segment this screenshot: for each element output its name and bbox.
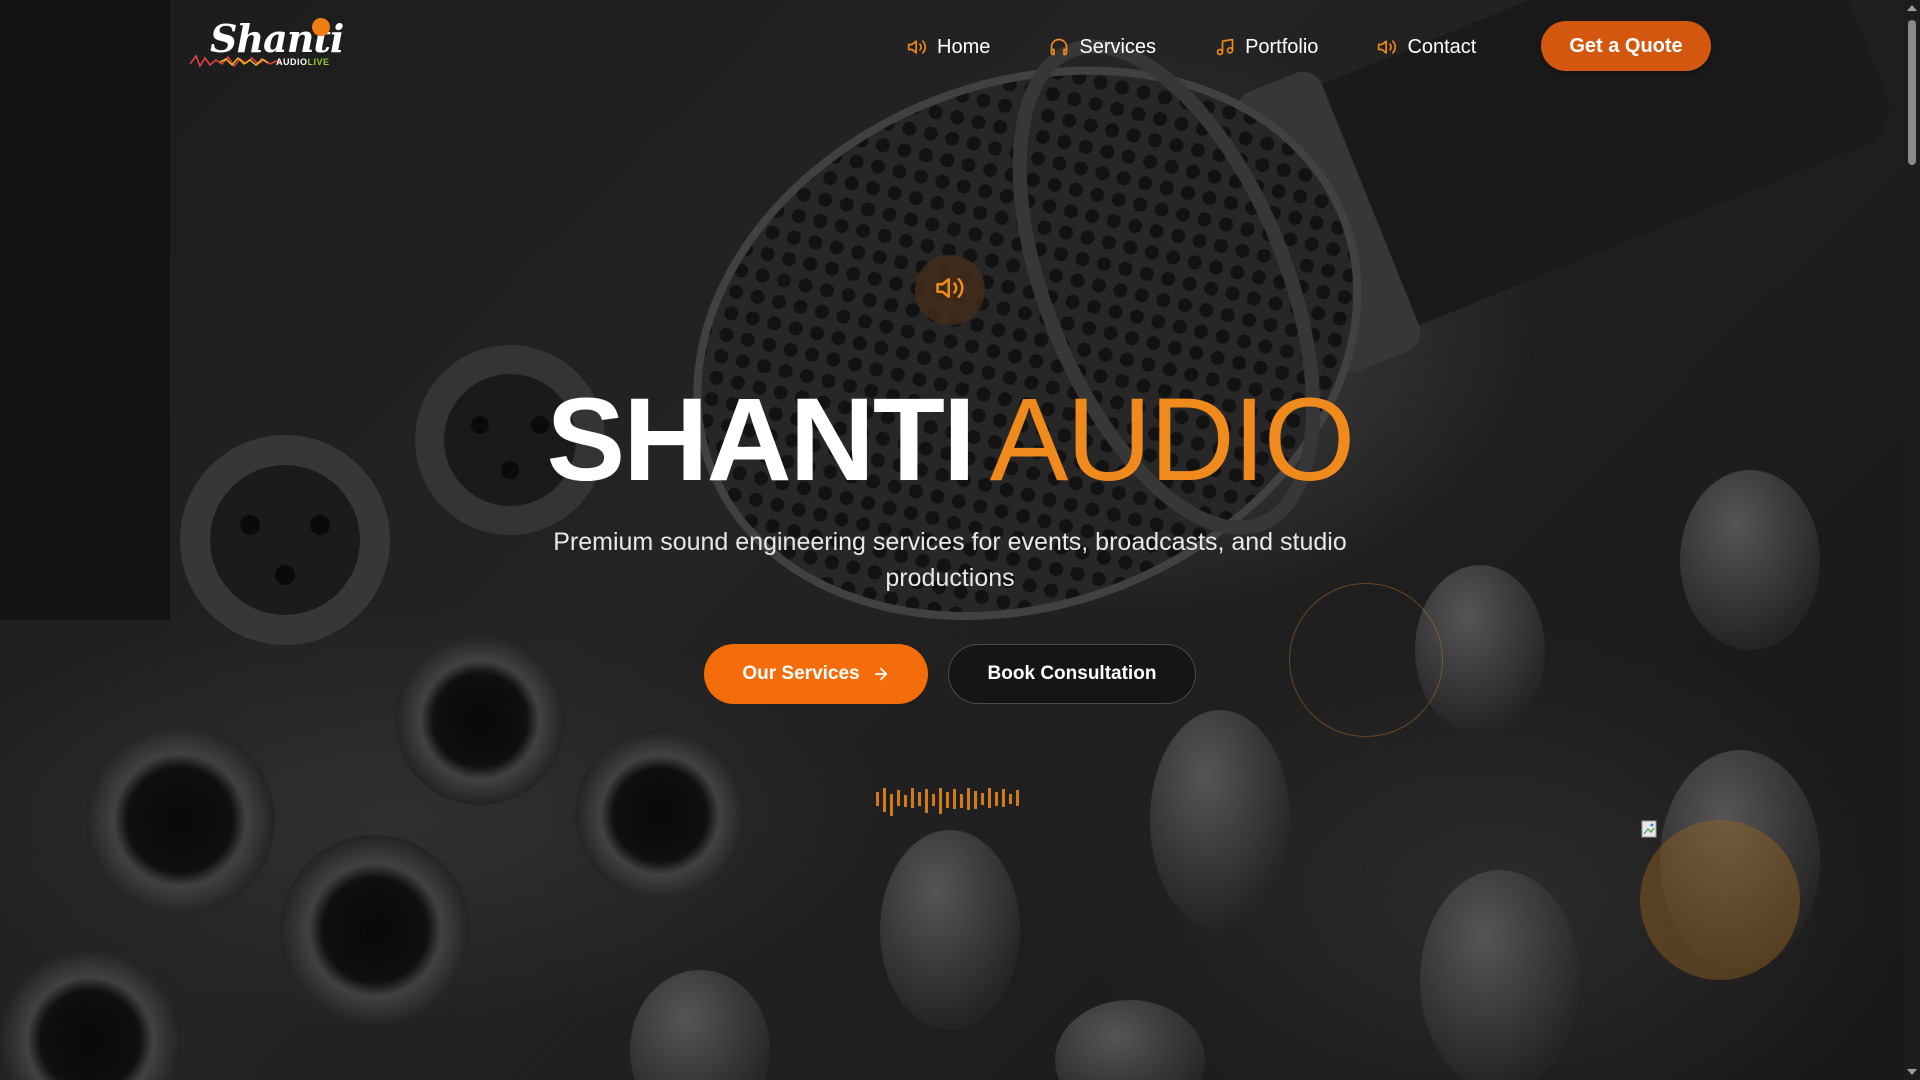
headphones-icon (1048, 36, 1070, 58)
music-note-icon (1214, 36, 1236, 58)
get-a-quote-button[interactable]: Get a Quote (1541, 21, 1711, 71)
logo-tagline-live: LIVE (307, 57, 330, 67)
logo-accent-dot (312, 18, 330, 36)
hero-title-audio: AUDIO (989, 374, 1356, 506)
decorative-ring (1289, 583, 1443, 737)
nav-item-services[interactable]: Services (1048, 36, 1156, 59)
book-consultation-button[interactable]: Book Consultation (948, 644, 1196, 704)
nav-item-home[interactable]: Home (906, 36, 990, 59)
nav-item-portfolio[interactable]: Portfolio (1214, 36, 1318, 59)
nav-label-portfolio: Portfolio (1245, 35, 1319, 58)
speaker-icon (906, 36, 928, 58)
our-services-label: Our Services (742, 663, 860, 684)
scroll-up-arrow-icon[interactable] (1907, 5, 1917, 11)
brand-logo[interactable]: Shanti AUDIOLIVE (190, 16, 344, 74)
decorative-glow-circle (1640, 820, 1800, 980)
main-nav: Home Services Portfolio Contact (906, 32, 1476, 62)
our-services-button[interactable]: Our Services (704, 644, 928, 704)
nav-label-services: Services (1079, 35, 1157, 58)
speaker-badge (915, 255, 985, 325)
logo-tagline-audio: AUDIO (276, 57, 308, 67)
nav-label-contact: Contact (1407, 35, 1477, 58)
arrow-right-icon (872, 665, 890, 683)
logo-tagline: AUDIOLIVE (276, 57, 330, 67)
scroll-down-arrow-icon[interactable] (1907, 1069, 1917, 1075)
audio-wave-bars-icon (876, 788, 1019, 816)
page: Shanti AUDIOLIVE Home Services Portfolio (0, 0, 1920, 1080)
speaker-icon (935, 273, 965, 308)
hero-subtitle: Premium sound engineering services for e… (553, 528, 1347, 592)
hero-title: SHANTI AUDIO (0, 370, 1900, 510)
hero-title-shanti: SHANTI (546, 374, 976, 506)
broken-image-icon (1641, 820, 1657, 838)
page-scrollbar[interactable] (1904, 0, 1920, 1080)
speaker-icon (1376, 36, 1398, 58)
scrollbar-thumb[interactable] (1908, 20, 1916, 165)
nav-item-contact[interactable]: Contact (1376, 36, 1476, 59)
nav-label-home: Home (937, 35, 991, 58)
